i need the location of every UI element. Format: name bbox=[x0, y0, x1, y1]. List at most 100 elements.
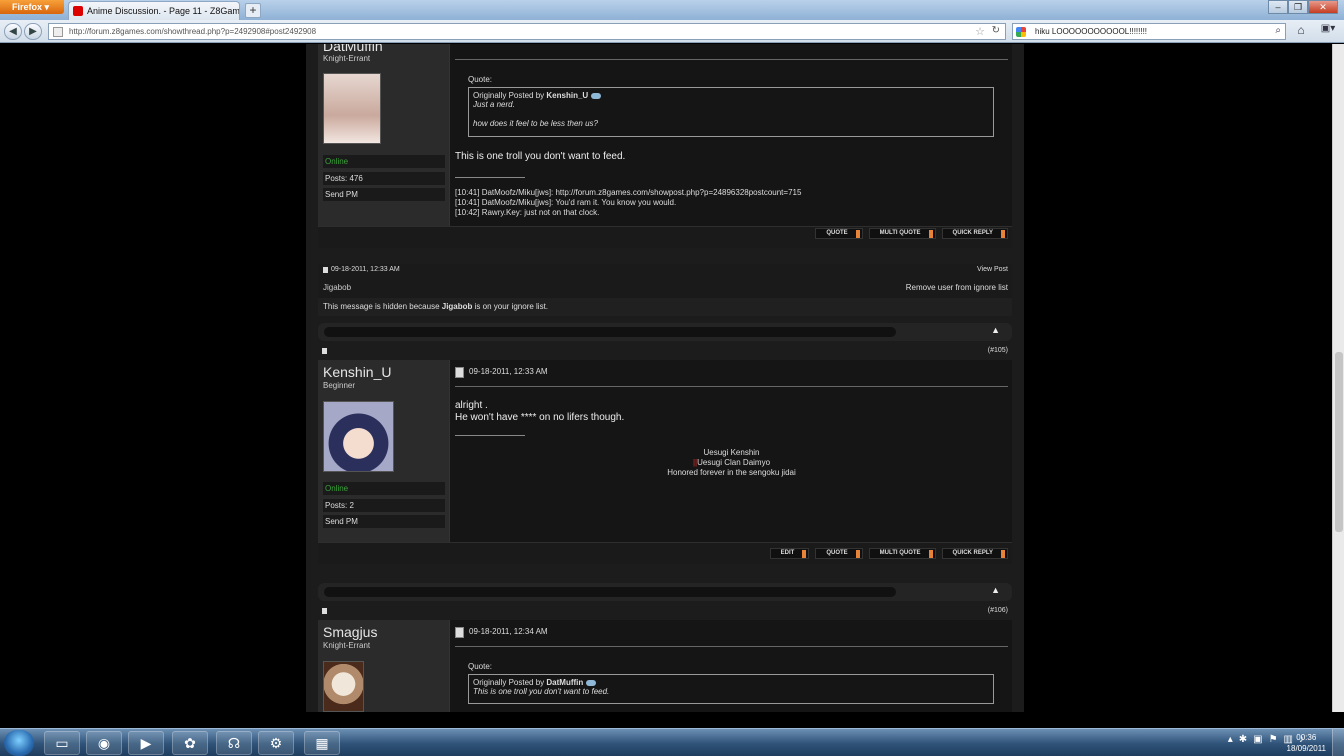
post-username[interactable]: DatMuffin bbox=[323, 44, 383, 54]
signature-line: Uesugi Kenshin bbox=[703, 448, 760, 457]
explorer-taskbar-icon[interactable]: ▭ bbox=[44, 731, 80, 755]
post-icon bbox=[323, 267, 328, 273]
quote-attribution: Originally Posted by DatMuffin bbox=[473, 678, 989, 687]
post-message: Quote: Originally Posted by Kenshin_U Ju… bbox=[449, 44, 1012, 226]
firefox-menu-label: Firefox bbox=[12, 2, 43, 12]
avatar[interactable] bbox=[323, 73, 381, 144]
maximize-button[interactable]: ❐ bbox=[1288, 0, 1308, 14]
post-date: 09-18-2011, 12:33 AM bbox=[323, 266, 400, 273]
quote-label: Quote: bbox=[468, 662, 493, 671]
back-button[interactable]: ◀ bbox=[4, 23, 22, 40]
post-date-text: 09-18-2011, 12:34 AM bbox=[469, 627, 548, 636]
user-title: Knight-Errant bbox=[323, 641, 371, 650]
home-button[interactable]: ⌂ bbox=[1292, 23, 1310, 40]
signature-divider bbox=[455, 435, 525, 436]
tray-app-icon[interactable]: ✱ bbox=[1239, 734, 1247, 745]
post-count: Posts: 476 bbox=[323, 172, 445, 185]
post-divider bbox=[455, 386, 1008, 387]
page-viewport: DatMuffin Knight-Errant Online Posts: 47… bbox=[0, 44, 1344, 712]
window-controls: – ❐ ✕ bbox=[1268, 0, 1338, 14]
taskbar-clock[interactable]: 00:36 18/09/2011 bbox=[1287, 732, 1326, 754]
tray-app-icon[interactable]: ▣ bbox=[1253, 734, 1262, 745]
address-bar[interactable]: http://forum.z8games.com/showthread.php?… bbox=[48, 23, 1006, 40]
quote-attribution: Originally Posted by Kenshin_U bbox=[473, 91, 989, 100]
multi-quote-button[interactable]: MULTI QUOTE bbox=[868, 228, 936, 239]
send-pm-link[interactable]: Send PM bbox=[323, 515, 445, 528]
bookmark-star-icon[interactable]: ☆ bbox=[975, 25, 985, 38]
post-user-info: Kenshin_U Beginner Online Posts: 2 Send … bbox=[318, 360, 449, 542]
site-identity-icon[interactable] bbox=[53, 27, 63, 37]
search-text: hiku LOOOOOOOOOOOL!!!!!!!! bbox=[1035, 27, 1148, 36]
hidden-notice-suffix: is on your ignore list. bbox=[474, 302, 549, 311]
post-icon bbox=[322, 608, 327, 614]
quote-button[interactable]: QUOTE bbox=[815, 548, 863, 559]
app-taskbar-icon[interactable]: ✿ bbox=[172, 731, 208, 755]
tab-anime-discussion[interactable]: Anime Discussion. - Page 11 - Z8Games ✕ bbox=[68, 1, 240, 20]
firefox-menu-button[interactable]: Firefox ▾ bbox=[0, 0, 64, 14]
quote-by-label: Originally Posted by bbox=[473, 91, 545, 100]
windows-taskbar: ▭ ◉ ▶ ✿ ☊ ⚙ ▦ ▴ ✱ ▣ ⚑ ▥ ♪ 00:36 18/09/20… bbox=[0, 728, 1344, 756]
post-username[interactable]: Kenshin_U bbox=[323, 364, 392, 380]
quote-label: Quote: bbox=[468, 75, 493, 84]
thread-separator: ▲ bbox=[318, 583, 1012, 601]
edit-button[interactable]: EDIT bbox=[769, 548, 810, 559]
media-player-taskbar-icon[interactable]: ▶ bbox=[128, 731, 164, 755]
menu-button[interactable]: ▣▾ bbox=[1318, 23, 1338, 40]
search-icon[interactable]: ⌕ bbox=[1275, 25, 1281, 36]
show-desktop-button[interactable] bbox=[1332, 729, 1344, 756]
post-body: This is one troll you don't want to feed… bbox=[455, 151, 626, 162]
tray-expand-icon[interactable]: ▴ bbox=[1228, 734, 1233, 745]
quote-line: how does it feel to be less then us? bbox=[473, 119, 598, 128]
view-post-icon[interactable] bbox=[591, 92, 602, 99]
new-tab-button[interactable]: + bbox=[245, 3, 261, 18]
post-date-text: 09-18-2011, 12:33 AM bbox=[469, 367, 548, 376]
firefox-taskbar-icon[interactable]: ◉ bbox=[86, 731, 122, 755]
quote-button[interactable]: QUOTE bbox=[815, 228, 863, 239]
view-post-icon[interactable] bbox=[586, 679, 597, 686]
start-button[interactable] bbox=[4, 730, 34, 756]
post-header: (#105) bbox=[318, 346, 1012, 358]
headset-taskbar-icon[interactable]: ☊ bbox=[216, 731, 252, 755]
post-document-icon bbox=[455, 367, 464, 378]
post-username[interactable]: Smagjus bbox=[323, 624, 377, 640]
view-post-link[interactable]: View Post bbox=[977, 266, 1008, 273]
back-to-top-icon[interactable]: ▲ bbox=[991, 325, 1000, 335]
avatar[interactable] bbox=[323, 661, 364, 712]
game-taskbar-icon[interactable]: ▦ bbox=[304, 731, 340, 755]
google-engine-icon[interactable] bbox=[1016, 27, 1026, 37]
signature: Uesugi Kenshin ||Uesugi Clan Daimyo Hono… bbox=[450, 448, 1013, 478]
reload-icon[interactable]: ↻ bbox=[992, 25, 1000, 36]
quick-reply-button[interactable]: QUICK REPLY bbox=[941, 228, 1008, 239]
quote-author: Kenshin_U bbox=[546, 91, 589, 100]
post-count: Posts: 2 bbox=[323, 499, 445, 512]
clock-time: 00:36 bbox=[1296, 733, 1317, 742]
post-number[interactable]: (#105) bbox=[988, 347, 1008, 354]
steam-taskbar-icon[interactable]: ⚙ bbox=[258, 731, 294, 755]
quick-reply-button[interactable]: QUICK REPLY bbox=[941, 548, 1008, 559]
remove-ignore-link[interactable]: Remove user from ignore list bbox=[906, 283, 1008, 292]
separator-track bbox=[324, 327, 896, 337]
close-window-button[interactable]: ✕ bbox=[1308, 0, 1338, 14]
send-pm-link[interactable]: Send PM bbox=[323, 188, 445, 201]
post-button-row: QUOTE MULTI QUOTE QUICK REPLY bbox=[815, 228, 1008, 239]
post-user-info: Smagjus Knight-Errant bbox=[318, 620, 449, 712]
post-number[interactable]: (#106) bbox=[988, 607, 1008, 614]
page-scrollbar[interactable] bbox=[1332, 44, 1344, 712]
online-status: Online bbox=[323, 482, 445, 495]
clock-date: 18/09/2011 bbox=[1286, 744, 1326, 753]
thread-separator: ▲ bbox=[318, 323, 1012, 341]
post-body-line: He won't have **** on no lifers though. bbox=[455, 412, 625, 423]
signature-line: [10:41] DatMoofz/Miku[jws]: http://forum… bbox=[455, 188, 802, 197]
scrollbar-thumb[interactable] bbox=[1335, 352, 1343, 532]
action-center-icon[interactable]: ⚑ bbox=[1269, 734, 1278, 745]
minimize-button[interactable]: – bbox=[1268, 0, 1288, 14]
post-date: 09-18-2011, 12:34 AM bbox=[455, 627, 548, 638]
online-status: Online bbox=[323, 155, 445, 168]
back-to-top-icon[interactable]: ▲ bbox=[991, 585, 1000, 595]
signature-line: [10:41] DatMoofz/Miku[jws]: You'd ram it… bbox=[455, 198, 677, 207]
avatar[interactable] bbox=[323, 401, 394, 472]
multi-quote-button[interactable]: MULTI QUOTE bbox=[868, 548, 936, 559]
search-input[interactable]: hiku LOOOOOOOOOOOL!!!!!!!! ⌕ bbox=[1012, 23, 1286, 40]
hidden-username[interactable]: Jigabob bbox=[323, 283, 351, 292]
forward-button[interactable]: ▶ bbox=[24, 23, 42, 40]
